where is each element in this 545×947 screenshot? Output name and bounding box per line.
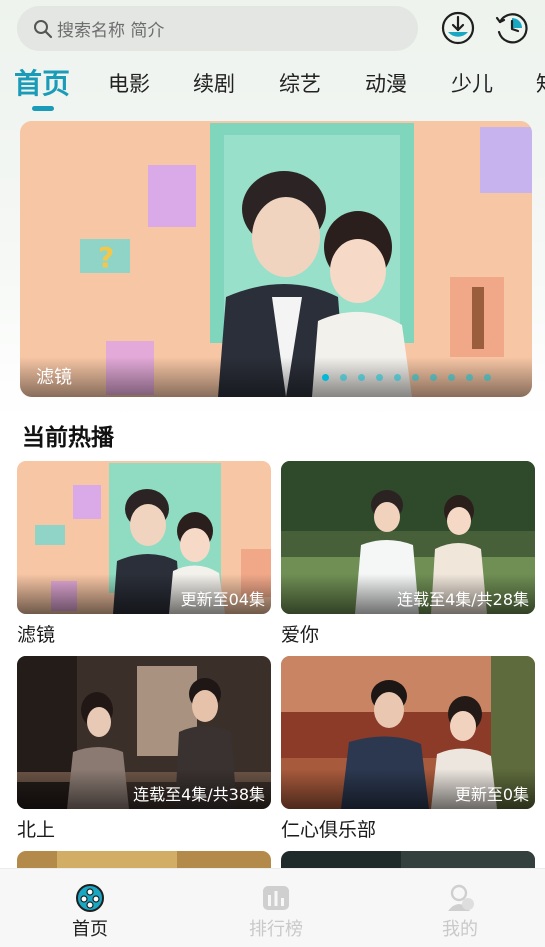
- nav-ranking-label: 排行榜: [249, 919, 303, 940]
- nav-profile[interactable]: 我的: [410, 883, 510, 941]
- show-title[interactable]: 滤镜: [17, 620, 271, 647]
- section-title-now-playing: 当前热播: [22, 425, 114, 451]
- show-title[interactable]: 仁心俱乐部: [281, 815, 535, 842]
- tab-home[interactable]: 首页: [14, 62, 70, 102]
- episode-badge: 连载至4集/共38集: [133, 785, 265, 804]
- tab-series[interactable]: 续剧: [193, 68, 235, 98]
- download-icon[interactable]: [440, 10, 476, 46]
- tab-anime[interactable]: 动漫: [365, 68, 407, 98]
- carousel-dot[interactable]: [448, 374, 455, 381]
- show-thumbnail[interactable]: 更新至0集: [281, 656, 535, 809]
- show-card[interactable]: 连载至4集/共38集 北上: [17, 656, 271, 842]
- banner-caption: 滤镜: [36, 367, 72, 388]
- carousel-dot[interactable]: [484, 374, 491, 381]
- episode-badge: 连载至4集/共28集: [397, 590, 529, 609]
- show-title[interactable]: 爱你: [281, 620, 535, 647]
- show-card[interactable]: 更新至0集 仁心俱乐部: [281, 656, 535, 842]
- show-title[interactable]: 北上: [17, 815, 271, 842]
- search-placeholder: 搜索名称 简介: [57, 21, 165, 41]
- carousel-dot[interactable]: [340, 374, 347, 381]
- nav-home-label: 首页: [72, 919, 108, 940]
- episode-badge: 更新至0集: [454, 785, 529, 804]
- show-card[interactable]: 更新至04集 滤镜: [17, 461, 271, 647]
- carousel-dots: [322, 374, 491, 381]
- tab-movies[interactable]: 电影: [108, 68, 150, 98]
- tab-knowledge[interactable]: 知: [536, 68, 545, 98]
- category-tabs: 首页 电影 续剧 综艺 动漫 少儿 知: [0, 62, 545, 110]
- banner-poster-image: ?: [20, 121, 532, 397]
- nav-ranking[interactable]: 排行榜: [226, 883, 326, 941]
- show-thumbnail[interactable]: 更新至04集: [17, 461, 271, 614]
- svg-text:?: ?: [98, 241, 114, 274]
- search-icon: [34, 19, 53, 38]
- ranking-icon: [263, 886, 289, 910]
- hero-banner[interactable]: ? 滤镜: [20, 121, 532, 397]
- nav-home[interactable]: 首页: [40, 883, 140, 941]
- carousel-dot[interactable]: [322, 374, 329, 381]
- film-reel-icon: [76, 884, 104, 912]
- nav-profile-label: 我的: [442, 919, 478, 940]
- episode-badge: 更新至04集: [180, 590, 265, 609]
- active-tab-indicator: [32, 106, 54, 111]
- carousel-dot[interactable]: [394, 374, 401, 381]
- search-bar[interactable]: 搜索名称 简介: [17, 6, 418, 51]
- show-card[interactable]: 连载至4集/共28集 爱你: [281, 461, 535, 647]
- tab-variety[interactable]: 综艺: [279, 68, 321, 98]
- tab-kids[interactable]: 少儿: [451, 68, 493, 98]
- carousel-dot[interactable]: [466, 374, 473, 381]
- carousel-dot[interactable]: [376, 374, 383, 381]
- carousel-dot[interactable]: [358, 374, 365, 381]
- history-icon[interactable]: [494, 10, 530, 46]
- carousel-dot[interactable]: [430, 374, 437, 381]
- profile-icon: [448, 884, 474, 911]
- show-thumbnail[interactable]: 连载至4集/共28集: [281, 461, 535, 614]
- bottom-navigation: 首页 排行榜 我的: [0, 868, 545, 947]
- show-thumbnail[interactable]: 连载至4集/共38集: [17, 656, 271, 809]
- carousel-dot[interactable]: [412, 374, 419, 381]
